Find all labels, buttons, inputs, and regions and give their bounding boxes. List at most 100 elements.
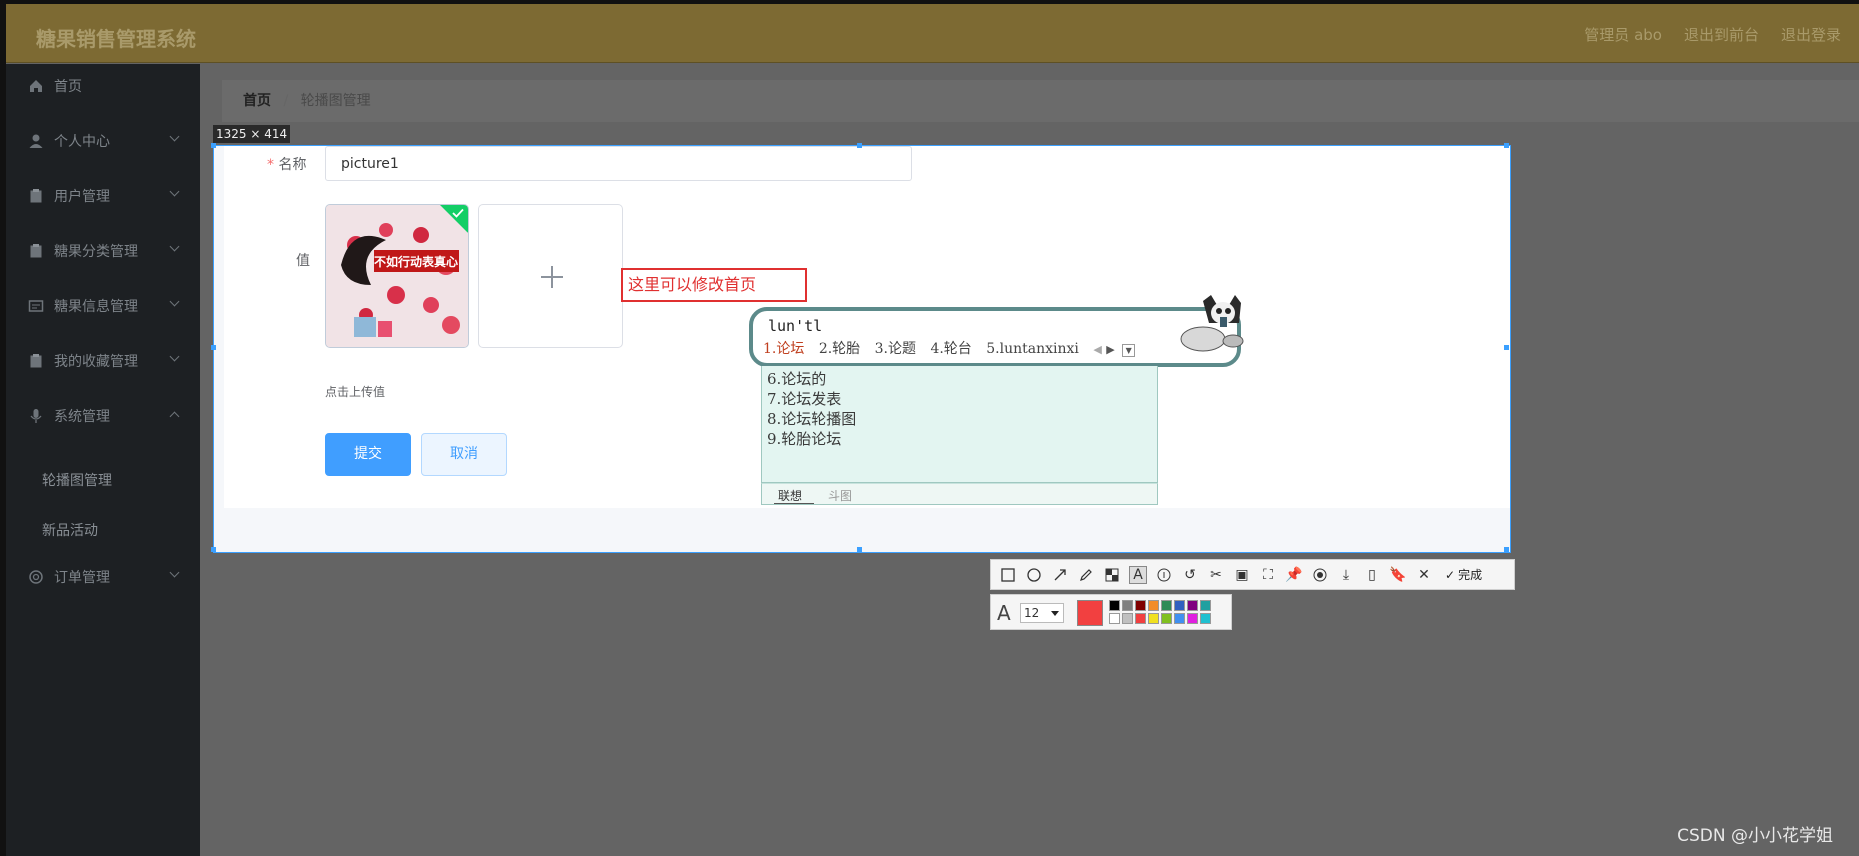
chevron-down-icon xyxy=(169,131,180,142)
ime-candidates: 1.论坛 2.轮胎 3.论题 4.轮台 5.luntanxinxi ◀ ▶ ▼ xyxy=(763,338,1136,358)
color-swatch[interactable] xyxy=(1161,600,1172,611)
check-icon xyxy=(452,208,464,218)
color-swatch[interactable] xyxy=(1174,600,1185,611)
required-mark: * xyxy=(267,157,274,173)
expand-icon[interactable]: ▼ xyxy=(1122,344,1136,357)
record-icon[interactable] xyxy=(1311,566,1329,584)
sidebar-item-home[interactable]: 首页 xyxy=(6,66,200,106)
app-header: 糖果销售管理系统 管理员 abo 退出到前台 退出登录 xyxy=(6,4,1859,63)
header-links: 管理员 abo 退出到前台 退出登录 xyxy=(1584,24,1841,45)
undo-icon[interactable]: ↺ xyxy=(1181,566,1199,584)
sidebar-item-system[interactable]: 系统管理 xyxy=(6,396,200,436)
pen-tool-icon[interactable] xyxy=(1077,566,1095,584)
crop-icon[interactable]: ✂ xyxy=(1207,566,1225,584)
sidebar-subitem-new-products[interactable]: 新品活动 xyxy=(42,520,98,540)
name-input[interactable]: picture1 xyxy=(325,146,912,181)
color-swatch[interactable] xyxy=(1109,600,1120,611)
ocr-icon[interactable]: ▣ xyxy=(1233,566,1251,584)
sidebar-item-orders[interactable]: 订单管理 xyxy=(6,557,200,597)
candy-banner-image: 不如行动表真心 xyxy=(326,205,468,347)
sidebar-item-label: 我的收藏管理 xyxy=(54,354,138,370)
resize-handle[interactable] xyxy=(211,143,216,148)
ime-candidate[interactable]: 8.论坛轮播图 xyxy=(767,408,856,429)
color-swatch[interactable] xyxy=(1148,613,1159,624)
bookmark-icon[interactable]: 🔖 xyxy=(1389,566,1407,584)
resize-handle[interactable] xyxy=(1504,547,1509,552)
number-tool-icon[interactable] xyxy=(1155,566,1173,584)
ime-candidate[interactable]: 1.论坛 xyxy=(763,341,804,357)
exit-to-frontend-link[interactable]: 退出到前台 xyxy=(1684,24,1759,45)
color-swatch[interactable] xyxy=(1122,600,1133,611)
download-icon[interactable]: ⤓ xyxy=(1337,566,1355,584)
user-icon xyxy=(28,133,44,149)
rectangle-tool-icon[interactable] xyxy=(999,566,1017,584)
resize-handle[interactable] xyxy=(857,547,862,552)
color-swatch[interactable] xyxy=(1109,613,1120,624)
logout-link[interactable]: 退出登录 xyxy=(1781,24,1841,45)
uploaded-image-thumbnail[interactable]: 不如行动表真心 xyxy=(325,204,469,348)
breadcrumb-current: 轮播图管理 xyxy=(300,93,371,109)
color-swatch[interactable] xyxy=(1200,600,1211,611)
mosaic-tool-icon[interactable] xyxy=(1103,566,1121,584)
color-swatch[interactable] xyxy=(1174,613,1185,624)
sidebar-item-label: 个人中心 xyxy=(54,134,110,150)
font-size-select[interactable]: 12 xyxy=(1020,603,1064,623)
cancel-button[interactable]: 取消 xyxy=(421,433,507,476)
ime-candidate[interactable]: 2.轮胎 xyxy=(819,341,860,357)
color-swatch[interactable] xyxy=(1161,613,1172,624)
ime-candidate[interactable]: 9.轮胎论坛 xyxy=(767,428,841,449)
ime-candidate[interactable]: 3.论题 xyxy=(875,341,916,357)
breadcrumb-home[interactable]: 首页 xyxy=(243,93,271,109)
ime-tab-association[interactable]: 联想 xyxy=(778,487,802,504)
resize-handle[interactable] xyxy=(211,345,216,350)
image-upload-button[interactable] xyxy=(478,204,623,348)
color-swatch[interactable] xyxy=(1148,600,1159,611)
breadcrumb: 首页 / 轮播图管理 xyxy=(243,90,371,110)
current-color-swatch[interactable] xyxy=(1077,600,1103,626)
clipboard-icon xyxy=(28,353,44,369)
scan-icon[interactable]: ⛶ xyxy=(1259,566,1277,584)
sidebar-item-favorites[interactable]: 我的收藏管理 xyxy=(6,341,200,381)
ime-candidate[interactable]: 6.论坛的 xyxy=(767,368,826,389)
done-button[interactable]: ✓ 完成 xyxy=(1445,566,1482,583)
resize-handle[interactable] xyxy=(857,143,862,148)
color-swatch[interactable] xyxy=(1122,613,1133,624)
submit-button[interactable]: 提交 xyxy=(325,433,411,476)
color-swatch[interactable] xyxy=(1200,613,1211,624)
ime-tab-memes[interactable]: 斗图 xyxy=(828,487,852,504)
resize-handle[interactable] xyxy=(211,547,216,552)
ime-candidate[interactable]: 4.轮台 xyxy=(930,341,971,357)
color-swatch[interactable] xyxy=(1187,613,1198,624)
sidebar-subitem-carousel[interactable]: 轮播图管理 xyxy=(42,470,112,490)
resize-handle[interactable] xyxy=(1504,143,1509,148)
ime-composition: lun'tl xyxy=(768,317,823,335)
sidebar-item-label: 用户管理 xyxy=(54,189,110,205)
annotation-text[interactable]: 这里可以修改首页 xyxy=(621,268,807,302)
capture-selection[interactable]: * 名称 picture1 值 不如行动表真心 这里可以修改首页 点击上传值 提… xyxy=(211,143,1511,553)
ime-candidate[interactable]: 5.luntanxinxi xyxy=(986,341,1079,357)
sidebar-item-personal[interactable]: 个人中心 xyxy=(6,121,200,161)
ime-candidate[interactable]: 7.论坛发表 xyxy=(767,388,841,409)
arrow-tool-icon[interactable] xyxy=(1051,566,1069,584)
screen: 糖果销售管理系统 管理员 abo 退出到前台 退出登录 首页 个人中心 用户管理… xyxy=(6,4,1859,856)
watermark: CSDN @小小花学姐 xyxy=(1677,826,1833,846)
sidebar-item-users[interactable]: 用户管理 xyxy=(6,176,200,216)
color-swatch[interactable] xyxy=(1135,600,1146,611)
breadcrumb-separator: / xyxy=(283,93,289,109)
phone-icon[interactable]: ▯ xyxy=(1363,566,1381,584)
ellipse-tool-icon[interactable] xyxy=(1025,566,1043,584)
color-swatch[interactable] xyxy=(1135,613,1146,624)
sidebar-item-candy-category[interactable]: 糖果分类管理 xyxy=(6,231,200,271)
upload-tip: 点击上传值 xyxy=(325,385,386,399)
color-swatch[interactable] xyxy=(1187,600,1198,611)
text-tool-icon[interactable]: A xyxy=(1129,565,1147,584)
next-page-icon[interactable]: ▶ xyxy=(1106,343,1114,356)
sidebar-item-candy-info[interactable]: 糖果信息管理 xyxy=(6,286,200,326)
pin-icon[interactable]: 📌 xyxy=(1285,566,1303,584)
chevron-down-icon xyxy=(169,567,180,578)
prev-page-icon[interactable]: ◀ xyxy=(1093,343,1101,356)
resize-handle[interactable] xyxy=(1504,345,1509,350)
sidebar-item-label: 糖果信息管理 xyxy=(54,299,138,315)
close-icon[interactable]: ✕ xyxy=(1415,566,1433,584)
capture-size-label: 1325 × 414 xyxy=(213,125,291,143)
